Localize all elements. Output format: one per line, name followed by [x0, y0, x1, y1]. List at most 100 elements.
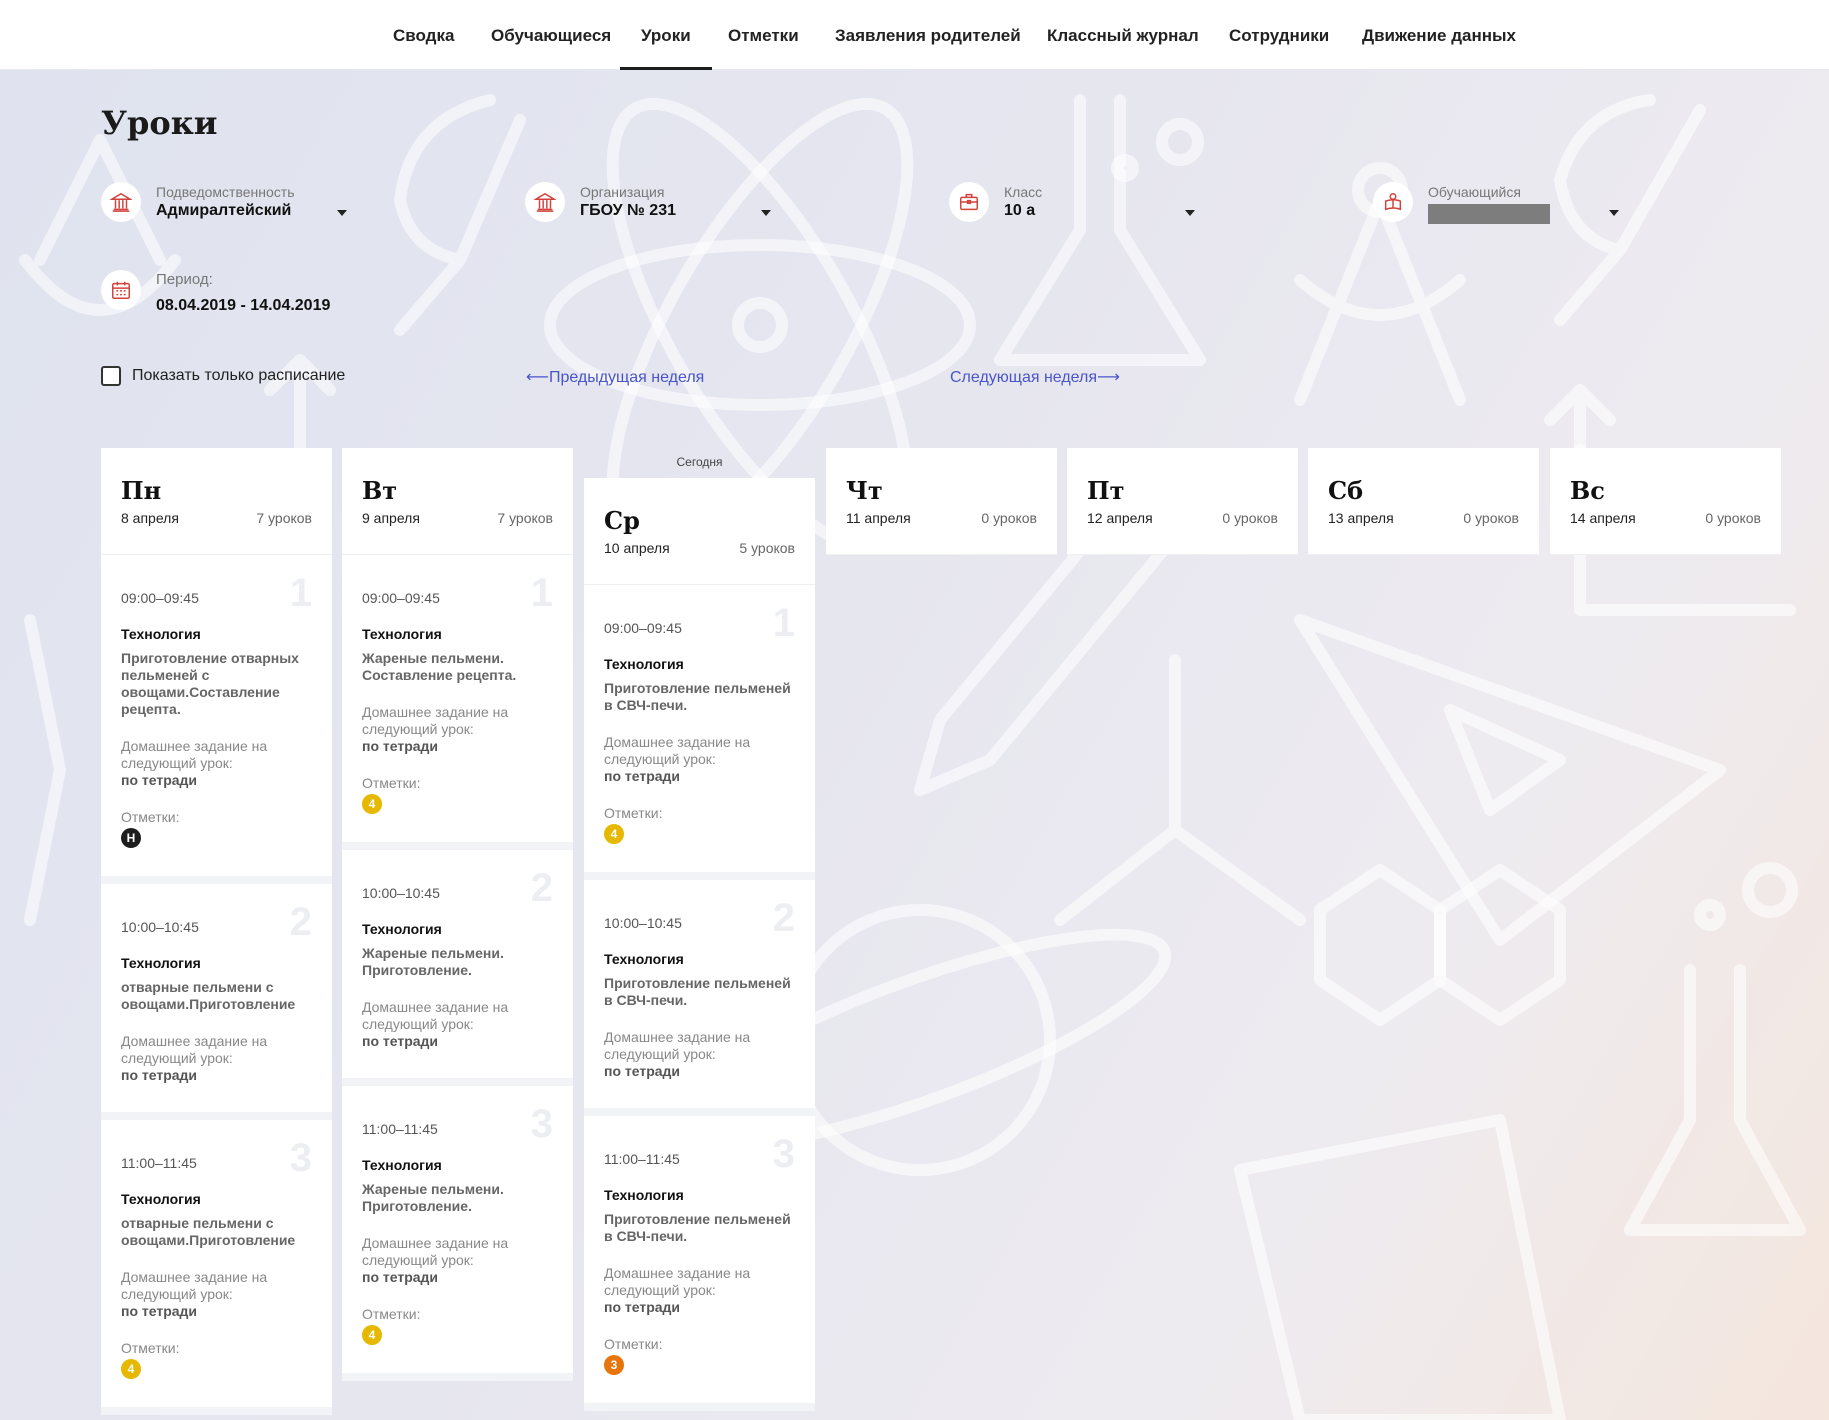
- mark-badge[interactable]: Н: [121, 828, 141, 848]
- day-column-monday: Пн 8 апреля 7 уроков 1 09:00–09:45 Техно…: [101, 448, 332, 1415]
- lesson-card[interactable]: 2 10:00–10:45 Технология Приготовление п…: [584, 880, 815, 1116]
- day-date: 14 апреля: [1570, 510, 1636, 526]
- day-header: Вт 9 апреля 7 уроков: [342, 448, 573, 555]
- lesson-count: 0 уроков: [1463, 510, 1519, 526]
- building-icon: [101, 182, 141, 222]
- lesson-time: 09:00–09:45: [604, 620, 682, 636]
- day-date: 10 апреля: [604, 540, 670, 556]
- lesson-time: 09:00–09:45: [362, 590, 440, 606]
- mark-badge[interactable]: 4: [604, 824, 624, 844]
- day-name: Вт: [362, 476, 398, 505]
- lesson-subject: Технология: [362, 626, 442, 642]
- homework-value: по тетради: [362, 738, 439, 754]
- day-header: Сб 13 апреля 0 уроков: [1308, 448, 1539, 555]
- marks-label: Отметки:: [121, 1340, 180, 1356]
- organization-filter[interactable]: Организация ГБОУ № 231: [525, 182, 775, 232]
- schedule-only-checkbox[interactable]: [101, 366, 121, 386]
- nav-tab-data-movement[interactable]: Движение данных: [1362, 0, 1516, 70]
- chevron-down-icon: [1185, 210, 1195, 216]
- day-name: Сб: [1328, 476, 1364, 505]
- lesson-card[interactable]: 2 10:00–10:45 Технология Жареные пельмен…: [342, 850, 573, 1086]
- lesson-time: 09:00–09:45: [121, 590, 199, 606]
- day-header: Чт 11 апреля 0 уроков: [826, 448, 1057, 555]
- student-filter[interactable]: Обучающийся: [1373, 182, 1623, 232]
- homework-value: по тетради: [121, 1303, 198, 1319]
- lesson-subject: Технология: [121, 955, 201, 971]
- lesson-subject: Технология: [604, 656, 684, 672]
- class-label: Класс: [1004, 184, 1043, 200]
- nav-tab-students[interactable]: Обучающиеся: [491, 0, 611, 70]
- homework-value: по тетради: [362, 1033, 439, 1049]
- nav-tab-lessons[interactable]: Уроки: [620, 0, 712, 70]
- lesson-subject: Технология: [121, 626, 201, 642]
- mark-badge[interactable]: 4: [362, 794, 382, 814]
- lesson-card[interactable]: 3 11:00–11:45 Технология отварные пельме…: [101, 1120, 332, 1415]
- period-filter[interactable]: Период: 08.04.2019 - 14.04.2019: [101, 270, 401, 320]
- lesson-count: 5 уроков: [739, 540, 795, 556]
- nav-tab-summary[interactable]: Сводка: [393, 0, 454, 70]
- lesson-time: 10:00–10:45: [604, 915, 682, 931]
- schedule-only-label: Показать только расписание: [132, 367, 346, 384]
- day-column-wednesday: Ср 10 апреля 5 уроков 1 09:00–09:45 Техн…: [584, 478, 815, 1411]
- lesson-number: 1: [289, 571, 312, 615]
- lesson-number: 2: [530, 866, 553, 910]
- lesson-topic: Жареные пельмени. Приготовление.: [362, 1181, 504, 1214]
- previous-week-link[interactable]: ⟵Предыдущая неделя: [526, 367, 704, 387]
- today-label: Сегодня: [676, 455, 723, 469]
- subordination-label: Подведомственность: [156, 184, 295, 200]
- mark-badge[interactable]: 4: [121, 1359, 141, 1379]
- lesson-card[interactable]: 3 11:00–11:45 Технология Жареные пельмен…: [342, 1086, 573, 1381]
- homework-value: по тетради: [604, 1063, 681, 1079]
- mark-badge[interactable]: 3: [604, 1355, 624, 1375]
- marks-label: Отметки:: [362, 1306, 421, 1322]
- lesson-number: 1: [530, 571, 553, 615]
- subordination-filter[interactable]: Подведомственность Адмиралтейский: [101, 182, 351, 232]
- period-label: Период:: [156, 271, 213, 288]
- lesson-number: 1: [772, 601, 795, 645]
- lesson-time: 10:00–10:45: [121, 919, 199, 935]
- homework-label: Домашнее задание на следующий урок:: [121, 1033, 268, 1066]
- class-value: 10 а: [1004, 202, 1036, 219]
- day-date: 9 апреля: [362, 510, 420, 526]
- day-header: Пт 12 апреля 0 уроков: [1067, 448, 1298, 555]
- lesson-count: 0 уроков: [1222, 510, 1278, 526]
- lesson-topic: Приготовление пельменей в СВЧ-печи.: [604, 1211, 791, 1244]
- lesson-time: 10:00–10:45: [362, 885, 440, 901]
- lesson-card[interactable]: 3 11:00–11:45 Технология Приготовление п…: [584, 1116, 815, 1411]
- lesson-card[interactable]: 2 10:00–10:45 Технология отварные пельме…: [101, 884, 332, 1120]
- lesson-subject: Технология: [604, 951, 684, 967]
- lesson-time: 11:00–11:45: [362, 1121, 438, 1137]
- day-name: Чт: [846, 476, 883, 505]
- homework-value: по тетради: [121, 1067, 198, 1083]
- day-column-thursday: Чт 11 апреля 0 уроков: [826, 448, 1057, 555]
- lesson-number: 3: [530, 1102, 553, 1146]
- homework-label: Домашнее задание на следующий урок:: [121, 738, 268, 771]
- day-header: Пн 8 апреля 7 уроков: [101, 448, 332, 555]
- organization-value: ГБОУ № 231: [580, 202, 676, 219]
- schedule-only-toggle[interactable]: Показать только расписание: [101, 366, 345, 386]
- marks-label: Отметки:: [362, 775, 421, 791]
- nav-tab-parent-applications[interactable]: Заявления родителей: [835, 0, 1021, 70]
- homework-value: по тетради: [362, 1269, 439, 1285]
- lesson-number: 3: [772, 1132, 795, 1176]
- day-date: 12 апреля: [1087, 510, 1153, 526]
- lesson-number: 2: [289, 900, 312, 944]
- lesson-card[interactable]: 1 09:00–09:45 Технология Приготовление о…: [101, 555, 332, 884]
- lesson-subject: Технология: [121, 1191, 201, 1207]
- day-name: Пт: [1087, 476, 1125, 505]
- lesson-topic: отварные пельмени с овощами.Приготовлени…: [121, 1215, 296, 1248]
- lesson-count: 7 уроков: [256, 510, 312, 526]
- day-date: 11 апреля: [846, 510, 911, 526]
- lesson-subject: Технология: [604, 1187, 684, 1203]
- lesson-number: 2: [772, 896, 795, 940]
- homework-label: Домашнее задание на следующий урок:: [362, 999, 509, 1032]
- lesson-card[interactable]: 1 09:00–09:45 Технология Жареные пельмен…: [342, 555, 573, 850]
- next-week-link[interactable]: Следующая неделя⟶: [950, 367, 1120, 387]
- nav-tab-marks[interactable]: Отметки: [728, 0, 799, 70]
- lesson-card[interactable]: 1 09:00–09:45 Технология Приготовление п…: [584, 585, 815, 880]
- mark-badge[interactable]: 4: [362, 1325, 382, 1345]
- class-filter[interactable]: Класс 10 а: [949, 182, 1199, 232]
- period-value: 08.04.2019 - 14.04.2019: [156, 297, 331, 314]
- nav-tab-class-journal[interactable]: Классный журнал: [1047, 0, 1199, 70]
- nav-tab-staff[interactable]: Сотрудники: [1229, 0, 1329, 70]
